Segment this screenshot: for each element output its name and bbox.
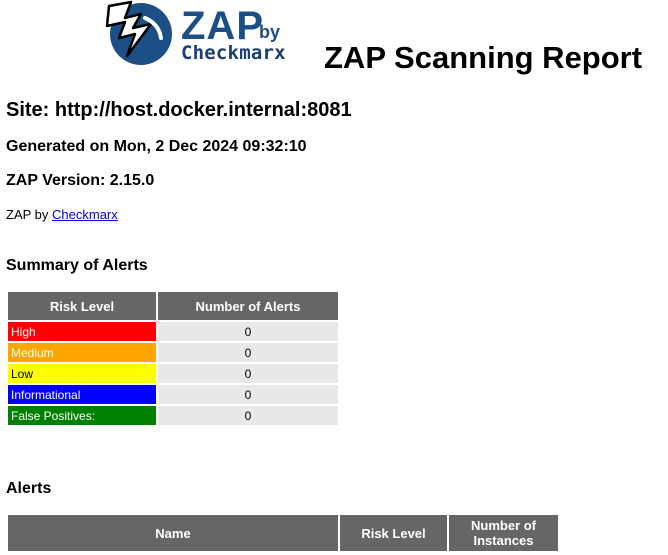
byline: ZAP by Checkmarx [6,207,118,223]
risk-level-column-header: Risk Level [8,292,156,320]
logo-company-text: Checkmarx [181,42,286,64]
summary-header-row: Risk Level Number of Alerts [8,292,338,320]
alerts-header-row: Name Risk Level Number of Instances [8,515,558,551]
name-column-header: Name [8,515,338,551]
count-cell-false-positives: 0 [158,406,338,425]
byline-prefix: ZAP by [6,207,53,222]
summary-row-medium: Medium 0 [8,343,338,362]
report-header: ZAP by Checkmarx ZAP Scanning Report [0,0,668,90]
risk-cell-false-positives: False Positives: [8,406,156,425]
summary-of-alerts-heading: Summary of Alerts [6,257,148,274]
summary-row-false-positives: False Positives: 0 [8,406,338,425]
zap-version-heading: ZAP Version: 2.15.0 [6,172,155,189]
summary-row-informational: Informational 0 [8,385,338,404]
site-heading: Site: http://host.docker.internal:8081 [6,99,352,121]
number-of-alerts-column-header: Number of Alerts [158,292,338,320]
generated-on-heading: Generated on Mon, 2 Dec 2024 09:32:10 [6,138,307,155]
number-of-instances-column-header: Number of Instances [449,515,558,551]
summary-row-high: High 0 [8,322,338,341]
count-cell-informational: 0 [158,385,338,404]
alerts-heading: Alerts [6,480,52,497]
zap-lightning-logo-icon [105,0,172,65]
summary-table: Risk Level Number of Alerts High 0 Mediu… [6,290,340,427]
alerts-table: Name Risk Level Number of Instances [6,513,560,553]
risk-cell-informational: Informational [8,385,156,404]
count-cell-high: 0 [158,322,338,341]
report-title: ZAP Scanning Report [324,40,643,75]
summary-row-low: Low 0 [8,364,338,383]
count-cell-low: 0 [158,364,338,383]
risk-level-column-header: Risk Level [340,515,447,551]
checkmarx-link[interactable]: Checkmarx [52,207,118,222]
count-cell-medium: 0 [158,343,338,362]
risk-cell-low: Low [8,364,156,383]
risk-cell-medium: Medium [8,343,156,362]
logo-by-text: by [259,22,281,42]
risk-cell-high: High [8,322,156,341]
